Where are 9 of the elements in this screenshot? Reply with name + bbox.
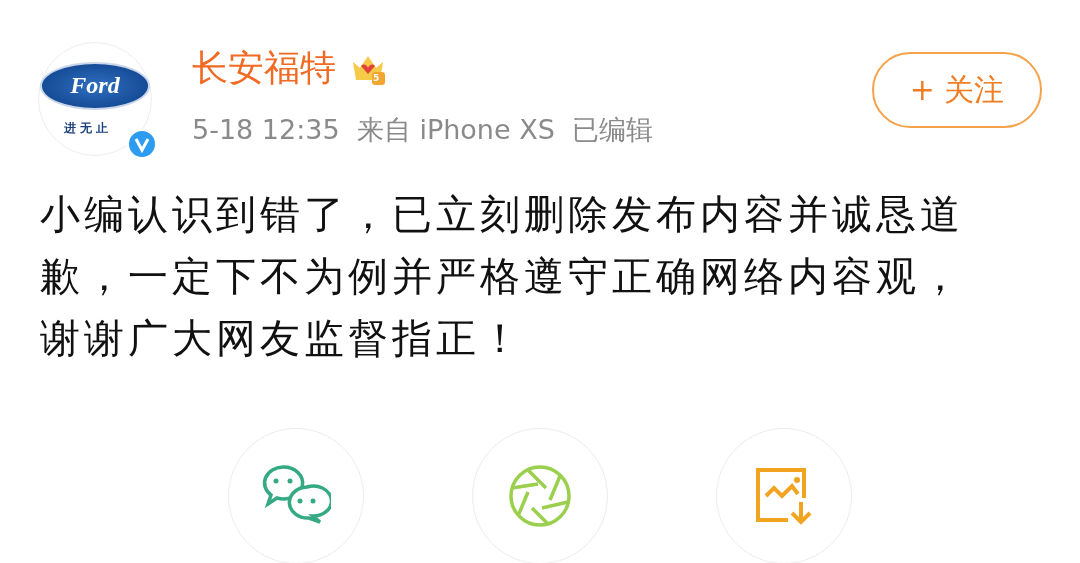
post-meta: 5-18 12:35 来自 iPhone XS 已编辑 (192, 113, 654, 147)
save-image-icon (754, 466, 814, 526)
author-name[interactable]: 长安福特 (192, 43, 336, 93)
aperture-icon (508, 464, 572, 528)
logo-text: Ford (40, 61, 150, 110)
post-text: 小编认识到错了，已立刻删除发布内容并诚恳道 歉，一定下不为例并严格遵守正确网络内容观， 谢谢广大网友监督指正！ (40, 190, 965, 363)
follow-button[interactable]: + 关注 (872, 52, 1042, 128)
level-text: 5 (373, 73, 380, 83)
slogan-text: 进无止 (64, 119, 112, 137)
